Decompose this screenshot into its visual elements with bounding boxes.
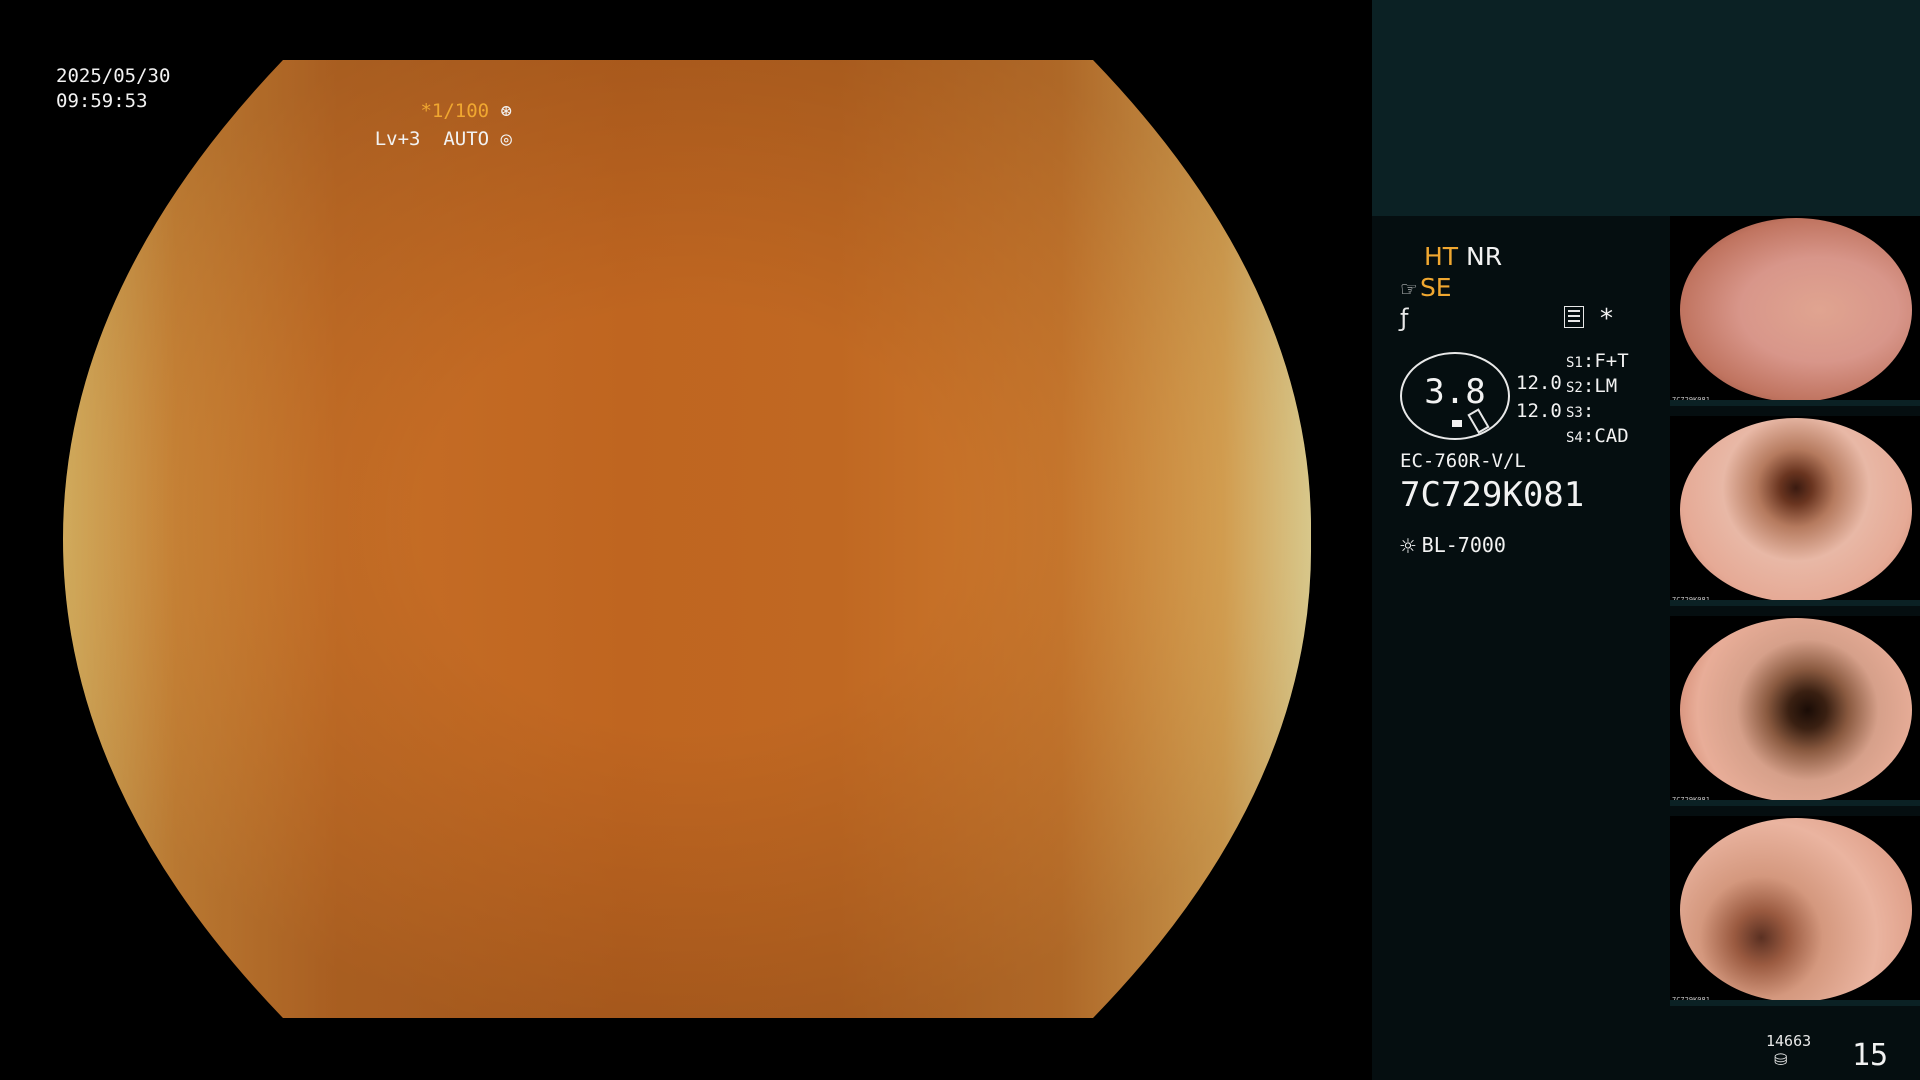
- thumbnail-bar: [1670, 800, 1920, 806]
- switch-key: S1: [1566, 355, 1583, 371]
- thumbnail-image: [1680, 218, 1912, 402]
- date-text: 2025/05/30: [56, 65, 171, 87]
- value-b: 12.0: [1516, 400, 1562, 422]
- light-source-label: BL-7000: [1421, 533, 1506, 557]
- shutter-readout: *1/100 ⊛: [420, 100, 512, 122]
- time-text: 09:59:53: [56, 90, 148, 112]
- thumbnail-image: [1680, 418, 1912, 602]
- storage-count: 14663: [1766, 1032, 1812, 1050]
- side-panel: HT NR ☞SE ƒ * 3.8 12.0 12.0 S1:F+T S2:LM…: [1372, 0, 1920, 1080]
- iris-icon: ◎: [489, 128, 512, 150]
- nr-label: NR: [1466, 242, 1503, 271]
- ht-label: HT: [1424, 242, 1459, 271]
- switch-s4: S4:CAD: [1566, 425, 1629, 447]
- thumbnail[interactable]: 7C729K081: [1670, 216, 1920, 406]
- se-mode: ☞SE: [1400, 273, 1452, 302]
- date-time: 2025/05/30 09:59:53: [56, 64, 170, 114]
- brightness-level: Lv+3 AUTO ◎: [375, 128, 512, 150]
- captured-thumbnails: 7C729K081 7C729K081 7C729K081 7C729K081: [1670, 216, 1920, 1016]
- capture-count: 15: [1852, 1038, 1889, 1073]
- thumbnail-image: [1680, 618, 1912, 802]
- light-source: ☼ BL-7000: [1400, 532, 1506, 562]
- se-label: SE: [1419, 273, 1452, 302]
- lamp-icon: ☼: [1400, 532, 1416, 562]
- gauge-marker-icon: [1452, 420, 1462, 427]
- enhancement-modes: HT NR: [1424, 242, 1502, 271]
- zoom-gauge: 3.8: [1400, 352, 1510, 440]
- thumbnail-bar: [1670, 1000, 1920, 1006]
- switch-value: F+T: [1594, 350, 1629, 372]
- scope-serial: 7C729K081: [1400, 475, 1585, 515]
- endoscope-live-image: [63, 60, 1311, 1018]
- thumbnail[interactable]: 7C729K081: [1670, 616, 1920, 806]
- switch-s2: S2:LM: [1566, 375, 1618, 397]
- side-panel-header: [1372, 0, 1920, 216]
- thumbnail[interactable]: 7C729K081: [1670, 816, 1920, 1006]
- switch-key: S2: [1566, 380, 1583, 396]
- freeze-icon: ƒ: [1400, 304, 1409, 332]
- switch-key: S3: [1566, 405, 1583, 421]
- asterisk-icon: *: [1600, 304, 1613, 334]
- thumbnail[interactable]: 7C729K081: [1670, 416, 1920, 606]
- aperture-icon: ⊛: [489, 100, 512, 122]
- scope-model: EC-760R-V/L: [1400, 450, 1526, 472]
- thumbnail-bar: [1670, 600, 1920, 606]
- switch-s1: S1:F+T: [1566, 350, 1629, 372]
- endoscope-view: 2025/05/30 09:59:53 *1/100 ⊛ Lv+3 AUTO ◎: [0, 0, 1372, 1080]
- value-a: 12.0: [1516, 372, 1562, 394]
- settings-list-icon: [1564, 306, 1584, 328]
- thumbnail-image: [1680, 818, 1912, 1002]
- hand-icon: ☞: [1400, 277, 1418, 301]
- thumbnail-bar: [1670, 400, 1920, 406]
- switch-value: CAD: [1594, 425, 1629, 447]
- switch-key: S4: [1566, 430, 1583, 446]
- switch-s3: S3:: [1566, 400, 1595, 422]
- storage-icon: ⛁: [1774, 1050, 1788, 1069]
- pen-icon: [1467, 408, 1490, 434]
- level-text: Lv+3 AUTO: [374, 128, 490, 150]
- switch-value: LM: [1594, 375, 1618, 397]
- gauge-value: 3.8: [1424, 372, 1486, 412]
- shutter-text: *1/100: [420, 100, 490, 122]
